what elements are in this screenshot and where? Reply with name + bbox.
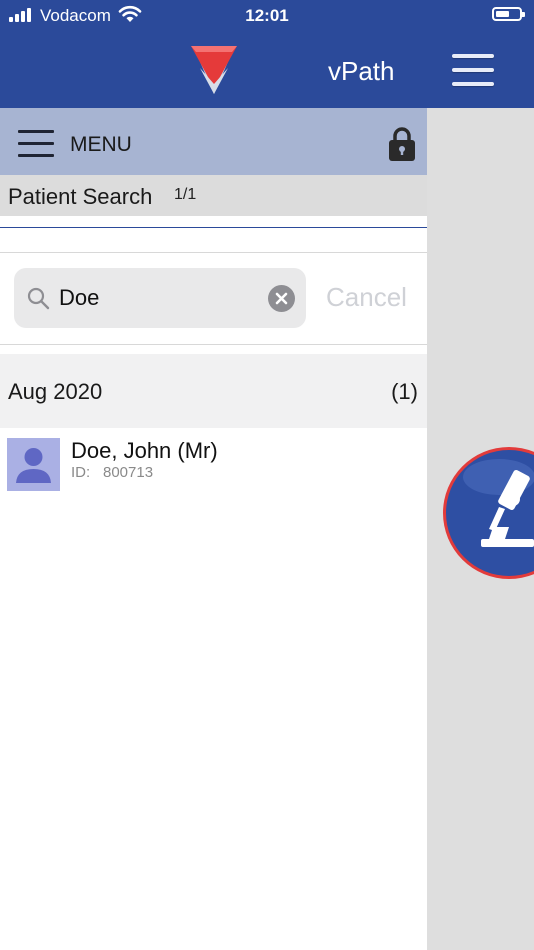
page-title: Patient Search	[8, 184, 153, 209]
section-title: Aug 2020	[8, 379, 103, 404]
search-bar[interactable]	[14, 268, 306, 328]
battery-icon	[492, 7, 525, 21]
menu-bar: MENU	[0, 108, 427, 175]
page-header: Patient Search 1/1	[0, 175, 427, 216]
menu-hamburger-icon	[18, 130, 54, 158]
person-avatar-icon	[7, 438, 60, 491]
side-panel: MENU Patient Search 1/1 Cancel Aug 2020	[0, 108, 427, 950]
section-header: Aug 2020 (1)	[0, 354, 427, 428]
result-count: 1/1	[174, 186, 197, 203]
search-icon	[27, 287, 50, 310]
patient-id-label: ID:	[71, 464, 91, 481]
menu-button[interactable]: MENU	[18, 128, 148, 162]
list-item[interactable]: Doe, John (Mr) ID: 800713	[0, 430, 427, 496]
search-input[interactable]	[59, 283, 259, 313]
app-title: vPath	[328, 56, 395, 86]
divider	[0, 227, 427, 228]
status-bar: Vodacom 12:01	[0, 0, 534, 32]
red-triangle-logo-icon	[191, 46, 237, 94]
cancel-button[interactable]: Cancel	[326, 282, 407, 313]
status-time: 12:01	[245, 6, 289, 25]
microscope-icon[interactable]	[443, 447, 534, 579]
clear-icon[interactable]	[268, 285, 295, 312]
divider	[0, 344, 427, 345]
patient-name: Doe, John (Mr)	[71, 438, 218, 463]
app-header: Vodacom 12:01 vPath	[0, 0, 534, 108]
section-count: (1)	[391, 379, 418, 404]
hamburger-icon[interactable]	[452, 54, 494, 88]
menu-label: MENU	[70, 133, 132, 156]
lock-icon[interactable]	[388, 126, 416, 162]
divider	[0, 252, 427, 253]
patient-id-value: 800713	[103, 464, 154, 481]
